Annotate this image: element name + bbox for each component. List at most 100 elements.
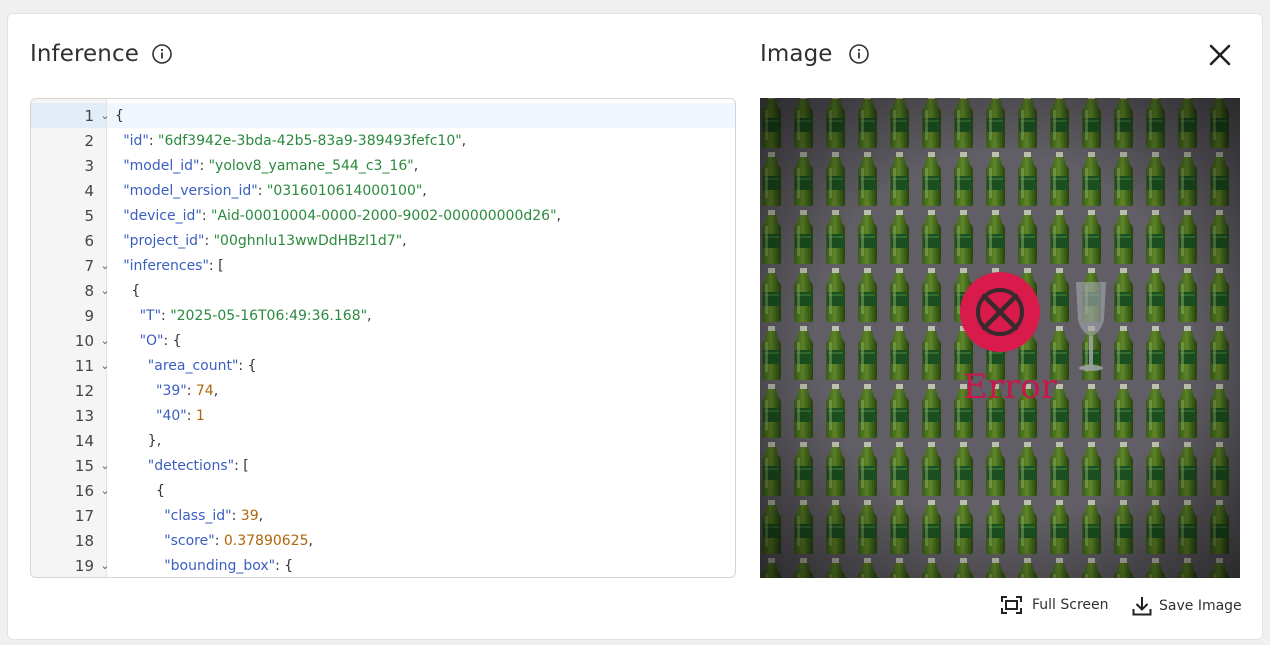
fold-chevron-icon[interactable]: ⌄ — [99, 259, 111, 272]
code-text: "area_count": { — [111, 357, 257, 374]
code-token: "device_id" — [123, 207, 202, 224]
code-token: "inferences" — [123, 257, 209, 274]
code-token: 0.37890625 — [223, 532, 309, 549]
code-token: "2025-05-16T06:49:36.168" — [170, 307, 368, 324]
code-token: "00ghnlu13wwDdHBzl1d7" — [213, 232, 403, 249]
full-screen-button[interactable]: Full Screen — [1001, 596, 1109, 614]
code-token: "Aid-00010004-0000-2000-9002-000000000d2… — [211, 207, 557, 224]
code-token: "0316010614000100" — [266, 182, 423, 199]
code-text: "T": "2025-05-16T06:49:36.168", — [111, 308, 372, 324]
code-token: { — [115, 107, 124, 124]
full-screen-label: Full Screen — [1032, 597, 1109, 613]
code-token: , — [556, 207, 561, 224]
line-number: 16 — [74, 481, 94, 500]
code-line[interactable]: 16 ⌄ { — [31, 478, 735, 503]
code-token: "model_id" — [123, 157, 200, 174]
code-token: : — [214, 532, 224, 549]
line-number: 18 — [74, 531, 94, 550]
line-number: 15 — [74, 456, 94, 475]
info-circle-icon[interactable] — [151, 43, 173, 65]
code-token: , — [413, 157, 419, 174]
code-token: "6df3942e-3bda-42b5-83a9-389493fefc10" — [158, 132, 462, 149]
code-token: "project_id" — [123, 232, 205, 249]
code-line[interactable]: 13⌄"40": 1 — [31, 403, 735, 428]
line-number: 1 — [84, 106, 94, 125]
code-line[interactable]: 11 ⌄ "area_count": { — [31, 353, 735, 378]
code-token: "detections" — [147, 457, 235, 474]
line-number: 17 — [74, 506, 94, 525]
code-line[interactable]: 15 ⌄ "detections": [ — [31, 453, 735, 478]
code-token: : [ — [208, 257, 224, 274]
code-line[interactable]: 5⌄"device_id": "Aid-00010004-0000-2000-9… — [31, 203, 735, 228]
code-line[interactable]: 7 ⌄ "inferences": [ — [31, 253, 735, 278]
code-token: : — [231, 507, 241, 524]
code-line[interactable]: 3⌄"model_id": "yolov8_yamane_544_c3_16", — [31, 153, 735, 178]
code-token: , — [308, 532, 313, 549]
code-text: "score": 0.37890625, — [111, 533, 313, 549]
line-number: 14 — [74, 431, 94, 450]
code-token: "T" — [139, 307, 162, 324]
code-token: "40" — [156, 407, 187, 424]
code-token: : — [148, 132, 159, 149]
code-text: "model_version_id": "0316010614000100", — [111, 183, 427, 199]
code-line[interactable]: 17⌄"class_id": 39, — [31, 503, 735, 528]
code-line[interactable]: 1 ⌄ { — [31, 103, 735, 128]
code-token: : { — [238, 357, 257, 374]
fold-chevron-icon[interactable]: ⌄ — [99, 284, 111, 297]
fold-chevron-icon[interactable]: ⌄ — [99, 484, 111, 497]
code-text: "39": 74, — [111, 383, 218, 399]
info-circle-icon[interactable] — [848, 43, 870, 65]
code-token: : { — [163, 332, 182, 349]
code-line[interactable]: 2⌄"id": "6df3942e-3bda-42b5-83a9-389493f… — [31, 128, 735, 153]
fold-chevron-icon[interactable]: ⌄ — [99, 334, 111, 347]
fold-chevron-icon[interactable]: ⌄ — [99, 559, 111, 572]
code-text: "inferences": [ — [111, 257, 224, 274]
code-text: "model_id": "yolov8_yamane_544_c3_16", — [111, 158, 418, 174]
inference-image: Error — [760, 98, 1240, 578]
save-image-button[interactable]: Save Image — [1132, 596, 1242, 616]
code-text: { — [111, 108, 124, 124]
code-text: "id": "6df3942e-3bda-42b5-83a9-389493fef… — [111, 133, 466, 149]
code-text: "class_id": 39, — [111, 508, 263, 524]
code-token: , — [258, 507, 264, 524]
json-code-editor[interactable]: 1⌄{2⌄"id": "6df3942e-3bda-42b5-83a9-3894… — [30, 98, 736, 578]
error-label: Error — [963, 367, 1058, 407]
code-token: : — [199, 157, 209, 174]
code-text: "bounding_box": { — [111, 558, 293, 574]
close-icon — [1209, 44, 1231, 66]
code-token: 74 — [195, 382, 214, 399]
fullscreen-icon — [1001, 596, 1022, 614]
code-token: }, — [147, 432, 162, 449]
image-title-row: Image — [760, 41, 870, 67]
fold-chevron-icon[interactable]: ⌄ — [99, 359, 111, 372]
code-token: 39 — [240, 507, 259, 524]
code-line[interactable]: 10 ⌄ "O": { — [31, 328, 735, 353]
code-line[interactable]: 4⌄"model_version_id": "0316010614000100"… — [31, 178, 735, 203]
code-token: , — [402, 232, 407, 249]
code-text: }, — [111, 433, 161, 449]
save-image-label: Save Image — [1159, 598, 1242, 614]
code-line[interactable]: 12⌄"39": 74, — [31, 378, 735, 403]
fold-chevron-icon[interactable]: ⌄ — [99, 109, 111, 122]
code-text: { — [111, 483, 165, 499]
code-text: { — [111, 283, 140, 299]
code-token: : { — [275, 557, 294, 574]
code-token: , — [213, 382, 219, 399]
code-line[interactable]: 19 ⌄ "bounding_box": { — [31, 553, 735, 577]
code-token: , — [461, 132, 467, 149]
code-token: : — [257, 182, 267, 199]
close-button[interactable] — [1203, 38, 1237, 72]
line-number: 10 — [74, 331, 94, 350]
code-line[interactable]: 9⌄"T": "2025-05-16T06:49:36.168", — [31, 303, 735, 328]
code-line[interactable]: 18⌄"score": 0.37890625, — [31, 528, 735, 553]
image-title: Image — [760, 41, 833, 67]
code-token: "O" — [139, 332, 164, 349]
code-line[interactable]: 14⌄}, — [31, 428, 735, 453]
fold-chevron-icon[interactable]: ⌄ — [99, 459, 111, 472]
code-token: , — [367, 307, 372, 324]
code-line[interactable]: 6⌄"project_id": "00ghnlu13wwDdHBzl1d7", — [31, 228, 735, 253]
line-number: 7 — [84, 256, 94, 275]
code-token: : — [161, 307, 171, 324]
code-line[interactable]: 8 ⌄ { — [31, 278, 735, 303]
line-number: 2 — [84, 131, 94, 150]
